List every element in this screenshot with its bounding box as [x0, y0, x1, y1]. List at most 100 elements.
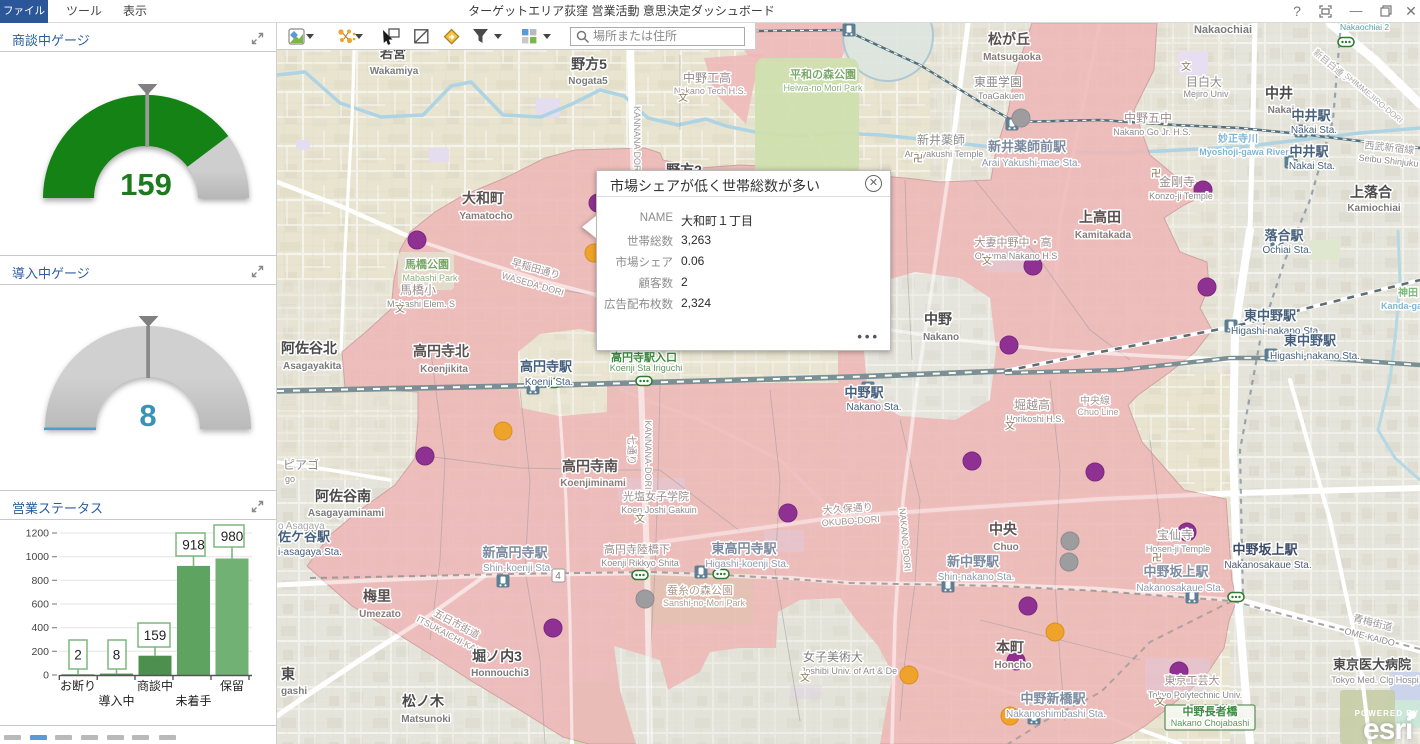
svg-text:中野五中: 中野五中: [1124, 110, 1172, 125]
svg-text:600: 600: [31, 599, 49, 611]
svg-text:大和町: 大和町: [462, 190, 504, 206]
svg-text:金剛寺: 金剛寺: [1159, 174, 1195, 189]
svg-text:卍: 卍: [913, 153, 923, 165]
svg-text:Kamiochiai: Kamiochiai: [1347, 203, 1401, 214]
svg-text:東中野駅: 東中野駅: [1244, 308, 1297, 323]
svg-text:東京医大病院: 東京医大病院: [1333, 657, 1411, 672]
svg-text:980: 980: [221, 529, 244, 544]
svg-text:Koenji Sta Iriguchi: Koenji Sta Iriguchi: [610, 363, 683, 373]
svg-text:文: 文: [395, 302, 405, 315]
svg-text:妙正寺川: 妙正寺川: [1218, 132, 1258, 145]
svg-text:高円寺陸橋下: 高円寺陸橋下: [604, 542, 670, 556]
svg-text:Myoshoji-gawa River: Myoshoji-gawa River: [1199, 147, 1289, 157]
svg-text:高円寺北: 高円寺北: [413, 343, 469, 359]
svg-text:Kamitakada: Kamitakada: [1075, 230, 1132, 241]
svg-text:Nakanosakaue Sta.: Nakanosakaue Sta.: [1224, 560, 1311, 571]
svg-text:文: 文: [1155, 695, 1165, 708]
svg-text:Koenji Sta.: Koenji Sta.: [525, 377, 573, 388]
svg-text:Koenji Rikkyo Shita: Koenji Rikkyo Shita: [601, 558, 679, 568]
svg-text:Chuo: Chuo: [993, 542, 1019, 553]
svg-text:Arai Yakushi-mae Sta.: Arai Yakushi-mae Sta.: [982, 158, 1081, 169]
svg-text:松が丘: 松が丘: [988, 31, 1030, 47]
svg-text:中央: 中央: [989, 521, 1018, 537]
svg-text:東: 東: [281, 666, 295, 682]
svg-text:Nakano Sta.: Nakano Sta.: [846, 402, 901, 413]
svg-text:馬橋公園: 馬橋公園: [405, 257, 449, 271]
svg-text:中井駅: 中井駅: [1291, 108, 1331, 123]
svg-text:阿佐谷北: 阿佐谷北: [281, 340, 337, 356]
svg-text:上高田: 上高田: [1079, 209, 1121, 225]
svg-text:Nakano: Nakano: [923, 332, 959, 343]
svg-text:Nakano Chojabashi: Nakano Chojabashi: [1171, 718, 1250, 728]
svg-text:8: 8: [113, 648, 121, 663]
svg-text:神田: 神田: [1398, 286, 1418, 299]
svg-text:Kanda-gaw: Kanda-gaw: [1381, 301, 1420, 311]
svg-text:ピアゴ: ピアゴ: [283, 457, 319, 472]
svg-text:高円寺駅: 高円寺駅: [520, 359, 573, 374]
svg-text:Nakanosakaue Sta.: Nakanosakaue Sta.: [1136, 583, 1223, 594]
svg-text:Nakano Go Jr. H.S.: Nakano Go Jr. H.S.: [1113, 127, 1191, 137]
svg-text:Higashi-nakano Sta.: Higashi-nakano Sta.: [1270, 351, 1360, 362]
svg-text:中野: 中野: [924, 311, 952, 327]
svg-text:新中野駅: 新中野駅: [947, 554, 1000, 569]
svg-text:Nakai Sta.: Nakai Sta.: [1289, 161, 1335, 172]
svg-text:Koenjiminami: Koenjiminami: [560, 478, 626, 489]
svg-text:文: 文: [1005, 419, 1015, 432]
svg-text:400: 400: [31, 622, 49, 634]
svg-text:4: 4: [555, 571, 561, 582]
svg-text:Shin-nakano Sta.: Shin-nakano Sta.: [938, 572, 1015, 583]
svg-text:保留: 保留: [220, 679, 244, 693]
svg-text:東高円寺駅: 東高円寺駅: [711, 541, 777, 556]
svg-text:お断り: お断り: [60, 678, 96, 693]
svg-text:Tokyo Med. Clg Hospi: Tokyo Med. Clg Hospi: [1331, 675, 1419, 685]
svg-text:松ノ木: 松ノ木: [402, 693, 445, 709]
svg-text:東中野駅: 東中野駅: [1284, 333, 1337, 348]
svg-text:esri: esri: [1363, 713, 1412, 744]
svg-text:七通り: 七通り: [625, 435, 637, 465]
svg-text:阿佐谷南: 阿佐谷南: [315, 488, 371, 504]
svg-text:0: 0: [43, 670, 49, 682]
svg-text:光塩女子学院: 光塩女子学院: [623, 489, 689, 503]
svg-text:落合駅: 落合駅: [1264, 228, 1304, 243]
svg-text:Mejiro Univ: Mejiro Univ: [1183, 89, 1229, 99]
svg-text:2: 2: [74, 648, 82, 663]
svg-text:Umezato: Umezato: [359, 609, 401, 620]
svg-text:新井薬師: 新井薬師: [917, 132, 965, 147]
svg-text:蚕糸の森公園: 蚕糸の森公園: [667, 583, 733, 597]
svg-text:文: 文: [982, 254, 992, 267]
svg-text:卍: 卍: [1151, 168, 1161, 180]
svg-text:中野長者橋: 中野長者橋: [1183, 704, 1239, 718]
svg-text:Chuo Line: Chuo Line: [1077, 407, 1118, 417]
svg-text:Koenjikita: Koenjikita: [420, 364, 468, 375]
svg-text:導入中: 導入中: [98, 693, 134, 708]
svg-text:文: 文: [635, 512, 645, 525]
svg-text:1000: 1000: [26, 551, 50, 563]
svg-text:918: 918: [182, 538, 205, 553]
svg-text:Nakaochiai: Nakaochiai: [1194, 24, 1252, 36]
svg-text:i-asagaya Sta.: i-asagaya Sta.: [278, 547, 342, 558]
svg-text:KANNANA DORI: KANNANA DORI: [632, 106, 642, 174]
svg-text:Nakanoshimbashi Sta.: Nakanoshimbashi Sta.: [1006, 709, 1106, 720]
svg-text:大妻中野中・高: 大妻中野中・高: [975, 235, 1052, 249]
svg-text:Shin-koenji Sta.: Shin-koenji Sta.: [483, 563, 553, 574]
svg-text:中野坂上駅: 中野坂上駅: [1143, 564, 1209, 579]
svg-text:卍: 卍: [1152, 552, 1162, 564]
svg-text:中井: 中井: [1265, 85, 1293, 101]
svg-text:未着手: 未着手: [175, 693, 211, 708]
svg-text:Koen Joshi Gakuin: Koen Joshi Gakuin: [621, 505, 697, 515]
svg-text:新高円寺駅: 新高円寺駅: [482, 545, 548, 560]
svg-text:文: 文: [1181, 60, 1191, 73]
svg-text:中野工高: 中野工高: [683, 70, 731, 85]
svg-text:Sanshi-no-Mori Park: Sanshi-no-Mori Park: [663, 598, 746, 608]
svg-text:200: 200: [31, 646, 49, 658]
svg-text:Higashi-koenji Sta.: Higashi-koenji Sta.: [705, 559, 788, 570]
svg-text:Mabashi Park: Mabashi Park: [402, 273, 458, 283]
svg-text:新井薬師前駅: 新井薬師前駅: [988, 139, 1067, 154]
svg-text:中野新橋駅: 中野新橋駅: [1020, 691, 1086, 706]
svg-text:KANNANA-DORI: KANNANA-DORI: [643, 420, 653, 489]
svg-text:Matsugaoka: Matsugaoka: [983, 52, 1041, 63]
svg-text:中野坂上駅: 中野坂上駅: [1232, 542, 1298, 557]
svg-text:Matsunoki: Matsunoki: [401, 714, 451, 725]
svg-text:堀ノ内3: 堀ノ内3: [472, 648, 522, 664]
svg-text:go: go: [285, 474, 295, 484]
